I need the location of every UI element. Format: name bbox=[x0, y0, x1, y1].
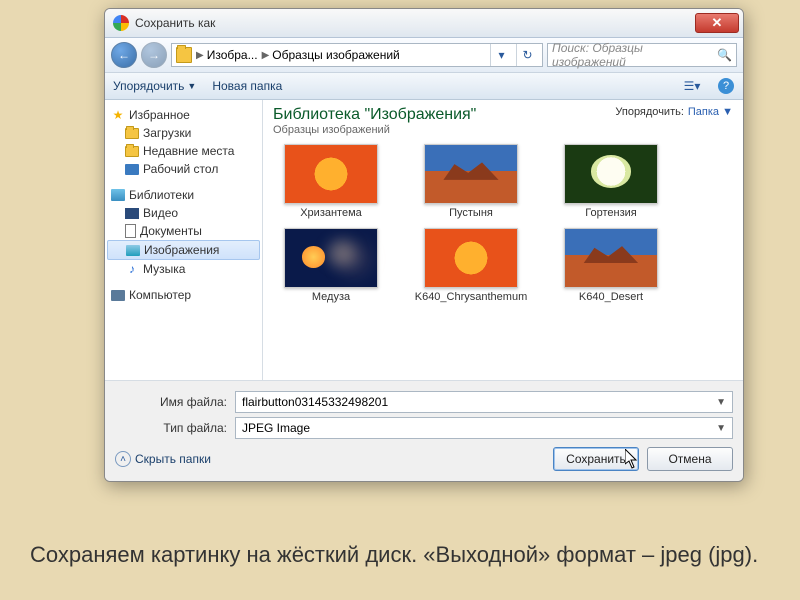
sidebar-libraries-header[interactable]: Библиотеки bbox=[107, 186, 260, 204]
path-seg-1[interactable]: Изобра... bbox=[207, 48, 258, 62]
titlebar: Сохранить как ✕ bbox=[105, 9, 743, 38]
forward-button[interactable]: → bbox=[141, 42, 167, 68]
chevron-right-icon: ▶ bbox=[262, 50, 270, 61]
filetype-select[interactable]: JPEG Image▼ bbox=[235, 417, 733, 439]
star-icon: ★ bbox=[111, 108, 125, 122]
libraries-icon bbox=[111, 189, 125, 201]
sidebar-favorites-header[interactable]: ★Избранное bbox=[107, 106, 260, 124]
breadcrumb[interactable]: ▶Изобра... ▶Образцы изображений ▾ ↻ bbox=[171, 43, 543, 67]
image-thumbnail bbox=[424, 228, 518, 288]
sidebar-item-video[interactable]: Видео bbox=[107, 204, 260, 222]
sidebar-item-recent[interactable]: Недавние места bbox=[107, 142, 260, 160]
sidebar-item-music[interactable]: ♪Музыка bbox=[107, 260, 260, 278]
folder-icon bbox=[125, 146, 139, 157]
computer-icon bbox=[111, 290, 125, 301]
chevron-down-icon[interactable]: ▼ bbox=[716, 423, 726, 434]
thumb-jellyfish[interactable]: Медуза bbox=[273, 228, 389, 304]
thumb-k640-desert[interactable]: K640_Desert bbox=[553, 228, 669, 304]
image-thumbnail bbox=[284, 144, 378, 204]
chevron-right-icon: ▶ bbox=[196, 50, 204, 61]
folder-icon bbox=[176, 47, 192, 63]
thumb-chrysanthemum[interactable]: Хризантема bbox=[273, 144, 389, 220]
slide-caption: Сохраняем картинку на жёсткий диск. «Вых… bbox=[30, 541, 770, 570]
help-icon: ? bbox=[718, 78, 734, 94]
new-folder-button[interactable]: Новая папка bbox=[212, 79, 282, 93]
library-title: Библиотека "Изображения" bbox=[273, 106, 615, 124]
window-title: Сохранить как bbox=[135, 16, 695, 30]
pictures-icon bbox=[126, 245, 140, 256]
content-pane: Библиотека "Изображения" Образцы изображ… bbox=[263, 100, 743, 380]
refresh-icon[interactable]: ↻ bbox=[516, 44, 538, 66]
filename-input[interactable]: flairbutton03145332498201▼ bbox=[235, 391, 733, 413]
chrome-icon bbox=[113, 15, 129, 31]
path-seg-2[interactable]: Образцы изображений bbox=[272, 48, 399, 62]
save-as-dialog: Сохранить как ✕ ← → ▶Изобра... ▶Образцы … bbox=[104, 8, 744, 482]
hide-folders-button[interactable]: ˄Скрыть папки bbox=[115, 451, 211, 467]
document-icon bbox=[125, 224, 136, 238]
image-thumbnail bbox=[564, 228, 658, 288]
sidebar-item-documents[interactable]: Документы bbox=[107, 222, 260, 240]
sort-control[interactable]: Упорядочить: Папка ▼ bbox=[615, 106, 733, 118]
organize-button[interactable]: Упорядочить▼ bbox=[113, 79, 196, 93]
filename-label: Имя файла: bbox=[115, 395, 227, 409]
image-thumbnail bbox=[424, 144, 518, 204]
sidebar-computer-header[interactable]: Компьютер bbox=[107, 286, 260, 304]
help-button[interactable]: ? bbox=[717, 77, 735, 95]
image-thumbnail bbox=[284, 228, 378, 288]
search-icon: 🔍 bbox=[717, 48, 732, 62]
sidebar: ★Избранное Загрузки Недавние места Рабоч… bbox=[105, 100, 263, 380]
chevron-down-icon: ▼ bbox=[187, 81, 196, 91]
dropdown-icon[interactable]: ▾ bbox=[490, 44, 512, 66]
search-placeholder: Поиск: Образцы изображений bbox=[552, 41, 717, 69]
nav-row: ← → ▶Изобра... ▶Образцы изображений ▾ ↻ … bbox=[105, 38, 743, 73]
back-button[interactable]: ← bbox=[111, 42, 137, 68]
library-subtitle: Образцы изображений bbox=[273, 124, 615, 136]
save-button[interactable]: Сохранить bbox=[553, 447, 639, 471]
chevron-up-icon: ˄ bbox=[115, 451, 131, 467]
folder-icon bbox=[125, 128, 139, 139]
toolbar: Упорядочить▼ Новая папка ☰▾ ? bbox=[105, 73, 743, 100]
sidebar-item-desktop[interactable]: Рабочий стол bbox=[107, 160, 260, 178]
chevron-down-icon[interactable]: ▼ bbox=[716, 397, 726, 408]
thumb-hydrangea[interactable]: Гортензия bbox=[553, 144, 669, 220]
thumb-desert[interactable]: Пустыня bbox=[413, 144, 529, 220]
sidebar-item-downloads[interactable]: Загрузки bbox=[107, 124, 260, 142]
filetype-label: Тип файла: bbox=[115, 421, 227, 435]
image-thumbnail bbox=[564, 144, 658, 204]
close-button[interactable]: ✕ bbox=[695, 13, 739, 33]
thumb-k640-chrys[interactable]: K640_Chrysanthemum bbox=[413, 228, 529, 304]
desktop-icon bbox=[125, 164, 139, 175]
bottom-panel: Имя файла: flairbutton03145332498201▼ Ти… bbox=[105, 380, 743, 481]
cancel-button[interactable]: Отмена bbox=[647, 447, 733, 471]
search-input[interactable]: Поиск: Образцы изображений 🔍 bbox=[547, 43, 737, 67]
sidebar-item-pictures[interactable]: Изображения bbox=[107, 240, 260, 260]
video-icon bbox=[125, 208, 139, 219]
music-icon: ♪ bbox=[125, 262, 139, 276]
view-options-button[interactable]: ☰▾ bbox=[683, 77, 701, 95]
